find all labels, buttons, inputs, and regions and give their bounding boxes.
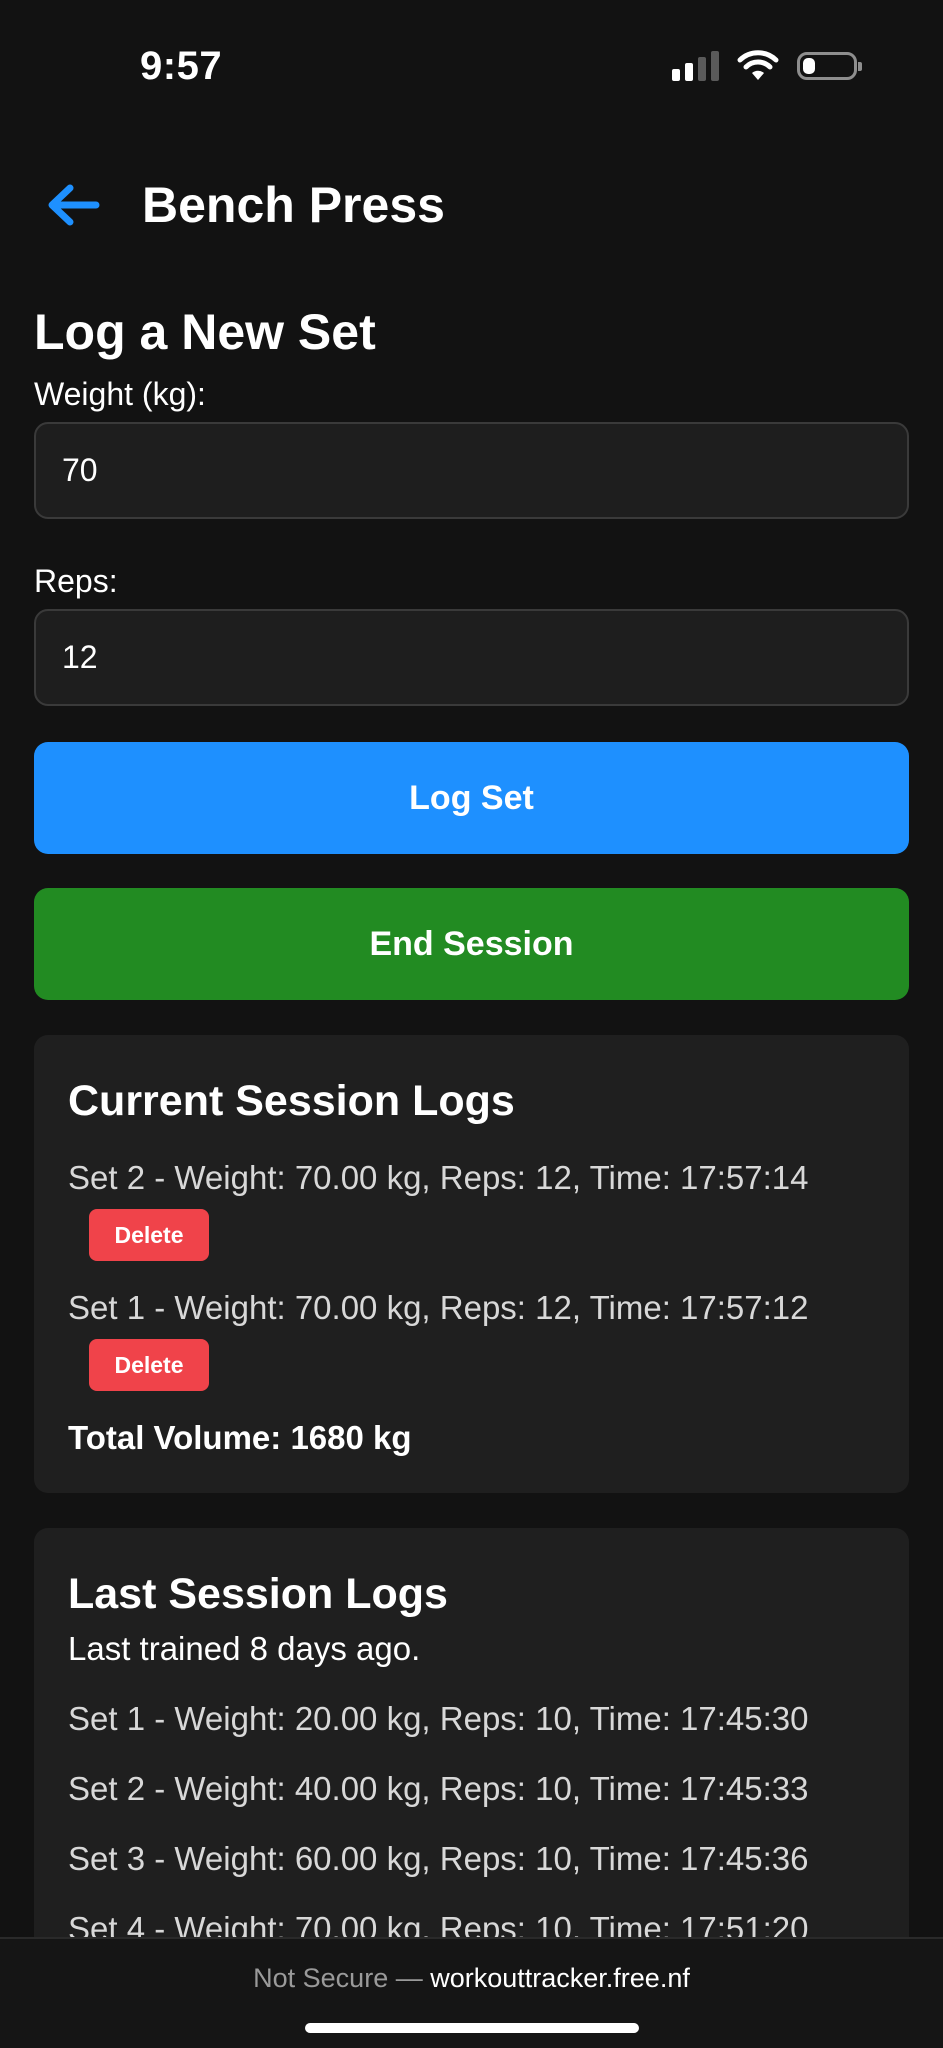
last-session-title: Last Session Logs <box>68 1570 448 1618</box>
end-session-button[interactable]: End Session <box>34 888 909 1000</box>
battery-level <box>803 58 815 74</box>
weight-label: Weight (kg): <box>34 376 206 412</box>
log-entry-text: Set 1 - Weight: 70.00 kg, Reps: 12, Time… <box>68 1289 809 1326</box>
page-header: Bench Press <box>46 176 445 234</box>
list-item: Set 3 - Weight: 60.00 kg, Reps: 10, Time… <box>68 1840 809 1877</box>
address-bar[interactable]: Not Secure — workouttracker.free.nf <box>0 1963 943 1994</box>
current-session-title: Current Session Logs <box>68 1077 515 1125</box>
wifi-icon <box>737 50 779 80</box>
main-content: Log a New Set Weight (kg): Reps: Log Set… <box>34 300 909 2028</box>
page-title: Bench Press <box>142 177 445 233</box>
weight-input[interactable] <box>34 422 909 519</box>
list-item: Set 2 - Weight: 70.00 kg, Reps: 12, Time… <box>68 1157 875 1261</box>
status-icons <box>672 50 862 82</box>
list-item: Set 2 - Weight: 40.00 kg, Reps: 10, Time… <box>68 1770 809 1807</box>
cellular-signal-icon <box>672 51 719 81</box>
list-item: Set 1 - Weight: 70.00 kg, Reps: 12, Time… <box>68 1287 875 1391</box>
home-indicator[interactable] <box>305 2023 639 2033</box>
current-session-card: Current Session Logs Set 2 - Weight: 70.… <box>34 1035 909 1493</box>
log-entry-text: Set 2 - Weight: 70.00 kg, Reps: 12, Time… <box>68 1159 809 1196</box>
total-volume: Total Volume: 1680 kg <box>68 1419 412 1456</box>
last-trained-text: Last trained 8 days ago. <box>68 1630 421 1667</box>
reps-input[interactable] <box>34 609 909 706</box>
url-domain: workouttracker.free.nf <box>430 1963 690 1993</box>
back-arrow-icon[interactable] <box>46 180 106 230</box>
status-time: 9:57 <box>140 44 223 88</box>
delete-set-button[interactable]: Delete <box>89 1209 209 1261</box>
list-item: Set 1 - Weight: 20.00 kg, Reps: 10, Time… <box>68 1700 809 1737</box>
reps-label: Reps: <box>34 563 118 599</box>
security-label: Not Secure — <box>253 1963 423 1993</box>
log-set-heading: Log a New Set <box>34 304 376 360</box>
status-bar: 9:57 <box>0 0 943 130</box>
delete-set-button[interactable]: Delete <box>89 1339 209 1391</box>
battery-icon <box>797 52 862 80</box>
log-set-button[interactable]: Log Set <box>34 742 909 854</box>
browser-bottom-bar: Not Secure — workouttracker.free.nf <box>0 1937 943 2048</box>
